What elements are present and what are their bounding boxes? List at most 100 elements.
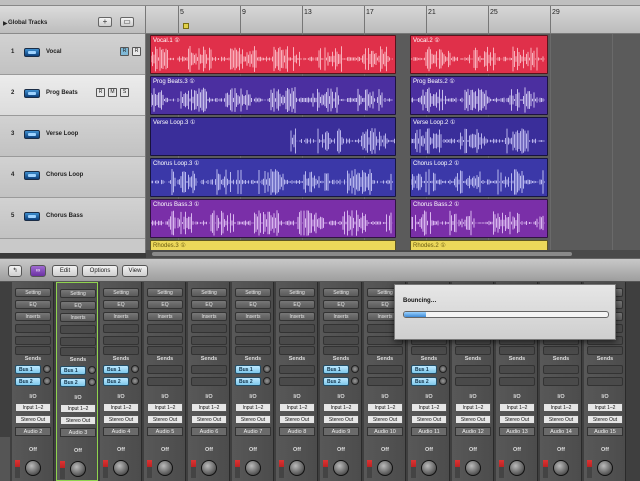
automation-mode[interactable]: Off (188, 447, 230, 453)
insert-slot[interactable] (455, 346, 491, 355)
pan-knob[interactable] (70, 461, 86, 477)
view-menu[interactable]: View (122, 265, 148, 277)
send-slot[interactable] (279, 365, 315, 374)
send-slot[interactable] (587, 377, 623, 386)
send-level-knob[interactable] (43, 377, 51, 385)
track-header-2[interactable]: 2 Prog Beats R M S (0, 75, 145, 116)
output-selector[interactable]: Stereo Out (543, 415, 579, 424)
automation-mode[interactable]: Off (320, 447, 362, 453)
send-level-knob[interactable] (43, 365, 51, 373)
eq-button[interactable]: EQ (191, 300, 227, 309)
pan-knob[interactable] (553, 460, 569, 476)
output-selector[interactable]: Stereo Out (235, 415, 271, 424)
input-selector[interactable]: Input 1–2 (147, 403, 183, 412)
audio-region[interactable]: Chorus Loop.3 ① (150, 158, 396, 197)
output-selector[interactable]: Stereo Out (103, 415, 139, 424)
scroll-thumb[interactable] (152, 252, 572, 256)
track-header-1[interactable]: 1 Vocal R R (0, 34, 145, 75)
insert-slot[interactable] (103, 346, 139, 355)
insert-slot[interactable] (147, 336, 183, 345)
insert-slot[interactable] (279, 336, 315, 345)
automation-mode[interactable]: Off (364, 447, 406, 453)
edit-menu[interactable]: Edit (52, 265, 78, 277)
pan-knob[interactable] (377, 460, 393, 476)
bus-2-send[interactable]: Bus 2 (323, 377, 349, 386)
automation-mode[interactable]: Off (232, 447, 274, 453)
bus-1-send[interactable]: Bus 1 (103, 365, 129, 374)
bus-2-send[interactable]: Bus 2 (103, 377, 129, 386)
automation-mode[interactable]: Off (584, 447, 626, 453)
input-selector[interactable]: Input 1–2 (235, 403, 271, 412)
pan-knob[interactable] (597, 460, 613, 476)
automation-mode[interactable]: Off (452, 447, 494, 453)
input-selector[interactable]: Input 1–2 (587, 403, 623, 412)
output-selector[interactable]: Stereo Out (323, 415, 359, 424)
input-selector[interactable]: Input 1–2 (279, 403, 315, 412)
automation-mode[interactable]: Off (12, 447, 54, 453)
link-icon[interactable]: ↰ (8, 265, 22, 277)
setting-button[interactable]: Setting (191, 288, 227, 297)
pan-knob[interactable] (25, 460, 41, 476)
audio-region[interactable]: Vocal.1 ① (150, 35, 396, 74)
pan-knob[interactable] (465, 460, 481, 476)
bus-2-send[interactable]: Bus 2 (235, 377, 261, 386)
automation-mode[interactable]: Off (408, 447, 450, 453)
input-selector[interactable]: Input 1–2 (543, 403, 579, 412)
track-name[interactable]: Verse Loop (46, 131, 78, 137)
audio-region[interactable]: Chorus Loop.2 ① (410, 158, 548, 197)
send-slot[interactable] (367, 365, 403, 374)
setting-button[interactable]: Setting (323, 288, 359, 297)
insert-slot[interactable] (15, 324, 51, 333)
input-selector[interactable]: Input 1–2 (367, 403, 403, 412)
send-slot[interactable] (543, 377, 579, 386)
send-level-knob[interactable] (131, 365, 139, 373)
eq-button[interactable]: EQ (147, 300, 183, 309)
send-slot[interactable] (499, 377, 535, 386)
output-selector[interactable]: Stereo Out (15, 415, 51, 424)
setting-button[interactable]: Setting (60, 289, 96, 298)
send-slot[interactable] (455, 377, 491, 386)
input-selector[interactable]: Input 1–2 (455, 403, 491, 412)
eq-button[interactable]: EQ (103, 300, 139, 309)
insert-slot[interactable] (279, 346, 315, 355)
automation-mode[interactable]: Off (276, 447, 318, 453)
pan-knob[interactable] (509, 460, 525, 476)
audio-region[interactable]: Prog Beats.3 ① (150, 76, 396, 115)
output-selector[interactable]: Stereo Out (191, 415, 227, 424)
setting-button[interactable]: Setting (15, 288, 51, 297)
track-s-button[interactable]: S (120, 88, 129, 97)
input-selector[interactable]: Input 1–2 (103, 403, 139, 412)
setting-button[interactable]: Setting (279, 288, 315, 297)
pan-knob[interactable] (289, 460, 305, 476)
output-selector[interactable]: Stereo Out (587, 415, 623, 424)
input-selector[interactable]: Input 1–2 (15, 403, 51, 412)
insert-slot[interactable] (147, 324, 183, 333)
pan-knob[interactable] (245, 460, 261, 476)
send-level-knob[interactable] (88, 378, 96, 386)
send-slot[interactable] (455, 365, 491, 374)
arrange-area[interactable]: Vocal.1 ① Vocal.2 ① Prog Beats.3 ① Prog Bea… (146, 34, 640, 253)
output-selector[interactable]: Stereo Out (367, 415, 403, 424)
eq-button[interactable]: EQ (60, 301, 96, 310)
bus-2-send[interactable]: Bus 2 (60, 378, 86, 387)
insert-slot[interactable] (60, 337, 96, 346)
eq-button[interactable]: EQ (15, 300, 51, 309)
send-slot[interactable] (191, 377, 227, 386)
bar-ruler[interactable]: 5 9 13 17 21 25 29 (146, 6, 640, 34)
insert-slot[interactable] (60, 325, 96, 334)
audio-region[interactable]: Verse Loop.3 ① (150, 117, 396, 156)
playhead-marker-icon[interactable] (183, 23, 189, 29)
insert-slot[interactable] (499, 346, 535, 355)
bus-1-send[interactable]: Bus 1 (323, 365, 349, 374)
insert-slot[interactable] (543, 346, 579, 355)
global-tracks-header[interactable]: ▶ Global Tracks + ▭ (0, 6, 145, 34)
insert-slot[interactable] (103, 336, 139, 345)
setting-button[interactable]: Setting (235, 288, 271, 297)
send-slot[interactable] (191, 365, 227, 374)
options-menu[interactable]: Options (82, 265, 118, 277)
insert-slot[interactable] (235, 346, 271, 355)
audio-region[interactable]: Prog Beats.2 ① (410, 76, 548, 115)
track-r-button[interactable]: R (96, 88, 105, 97)
pan-knob[interactable] (157, 460, 173, 476)
insert-slot[interactable] (191, 336, 227, 345)
